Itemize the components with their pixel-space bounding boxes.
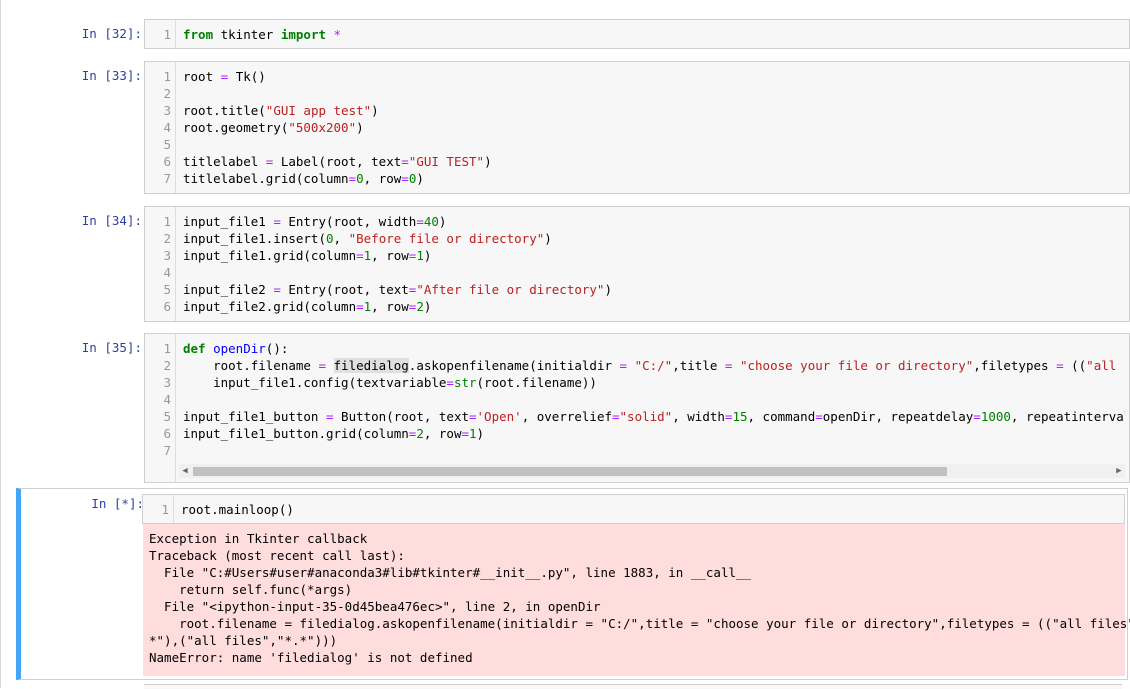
- code-line: 1 from tkinter import *: [145, 26, 1129, 43]
- code-text: input_file1_button = Button(root, text='…: [183, 409, 1125, 424]
- code-text: root.mainloop(): [181, 502, 294, 517]
- scroll-thumb[interactable]: [193, 467, 947, 476]
- code-editor[interactable]: 1 def openDir(): 2 root.filename = filedi…: [144, 333, 1130, 483]
- code-cell-34[interactable]: In [34]: 1 input_file1 = Entry(root, widt…: [18, 206, 1130, 322]
- code-text: input_file2 = Entry(root, text="After fi…: [183, 282, 612, 297]
- cell-prompt: In [35]:: [81, 340, 142, 355]
- line-number: 1: [163, 27, 171, 42]
- code-text: titlelabel = Label(root, text="GUI TEST"…: [183, 154, 492, 169]
- cell-prompt: In [32]:: [81, 26, 142, 41]
- line-number: 7: [163, 171, 171, 186]
- line-number: 5: [163, 282, 171, 297]
- code-cell-running[interactable]: In [*]: 1 root.mainloop() Exception in Tk…: [16, 488, 1130, 680]
- code-cell-33[interactable]: In [33]: 1 root = Tk() 2 3 root.title("GUI…: [18, 61, 1130, 195]
- code-text: root.title("GUI app test"): [183, 103, 379, 118]
- code-text: input_file1_button.grid(column=2, row=1): [183, 426, 485, 441]
- scroll-right-arrow-icon[interactable]: ▶: [1113, 464, 1125, 478]
- code-editor[interactable]: 1 from tkinter import *: [144, 19, 1130, 49]
- line-number: 1: [161, 502, 169, 517]
- line-number: 5: [163, 409, 171, 424]
- code-text: titlelabel.grid(column=0, row=0): [183, 171, 424, 186]
- line-number: 4: [163, 265, 171, 280]
- error-output: Exception in Tkinter callback Traceback …: [143, 524, 1130, 676]
- line-number: 5: [163, 137, 171, 152]
- line-number: 6: [163, 426, 171, 441]
- notebook-left-border: [0, 0, 1, 688]
- line-number: 6: [163, 299, 171, 314]
- line-number: 2: [163, 358, 171, 373]
- next-cell-edge: [144, 684, 1122, 689]
- line-number: 1: [163, 69, 171, 84]
- line-number: 7: [163, 443, 171, 458]
- cell-prompt: In [*]:: [91, 496, 144, 511]
- line-number: 1: [163, 214, 171, 229]
- code-cell-35[interactable]: In [35]: 1 def openDir(): 2 root.filename…: [18, 333, 1130, 483]
- code-text: input_file1 = Entry(root, width=40): [183, 214, 447, 229]
- code-editor[interactable]: 1 root.mainloop(): [142, 494, 1125, 524]
- code-text: def openDir():: [183, 341, 289, 356]
- code-text: from tkinter import *: [183, 27, 342, 42]
- line-number: 2: [163, 86, 171, 101]
- code-text: input_file1.config(textvariable=str(root…: [183, 375, 597, 390]
- line-number: 4: [163, 392, 171, 407]
- scroll-left-arrow-icon[interactable]: ◀: [179, 464, 191, 478]
- code-text: root.filename = filedialog.askopenfilena…: [183, 358, 1125, 373]
- code-text: root = Tk(): [183, 69, 266, 84]
- code-cell-32[interactable]: In [32]: 1 from tkinter import *: [18, 19, 1130, 49]
- code-text: root.geometry("500x200"): [183, 120, 364, 135]
- code-editor[interactable]: 1 input_file1 = Entry(root, width=40) 2 in…: [144, 206, 1130, 322]
- cell-prompt: In [33]:: [81, 68, 142, 83]
- line-number: 4: [163, 120, 171, 135]
- code-text: input_file1.grid(column=1, row=1): [183, 248, 432, 263]
- code-text: input_file1.insert(0, "Before file or di…: [183, 231, 552, 246]
- line-number: 6: [163, 154, 171, 169]
- horizontal-scrollbar[interactable]: ◀ ▶: [179, 464, 1125, 478]
- line-number: 2: [163, 231, 171, 246]
- code-text: input_file2.grid(column=1, row=2): [183, 299, 432, 314]
- cell-prompt: In [34]:: [81, 213, 142, 228]
- line-number: 3: [163, 248, 171, 263]
- line-number: 3: [163, 375, 171, 390]
- line-number: 3: [163, 103, 171, 118]
- code-editor[interactable]: 1 root = Tk() 2 3 root.title("GUI app test…: [144, 61, 1130, 194]
- line-number: 1: [163, 341, 171, 356]
